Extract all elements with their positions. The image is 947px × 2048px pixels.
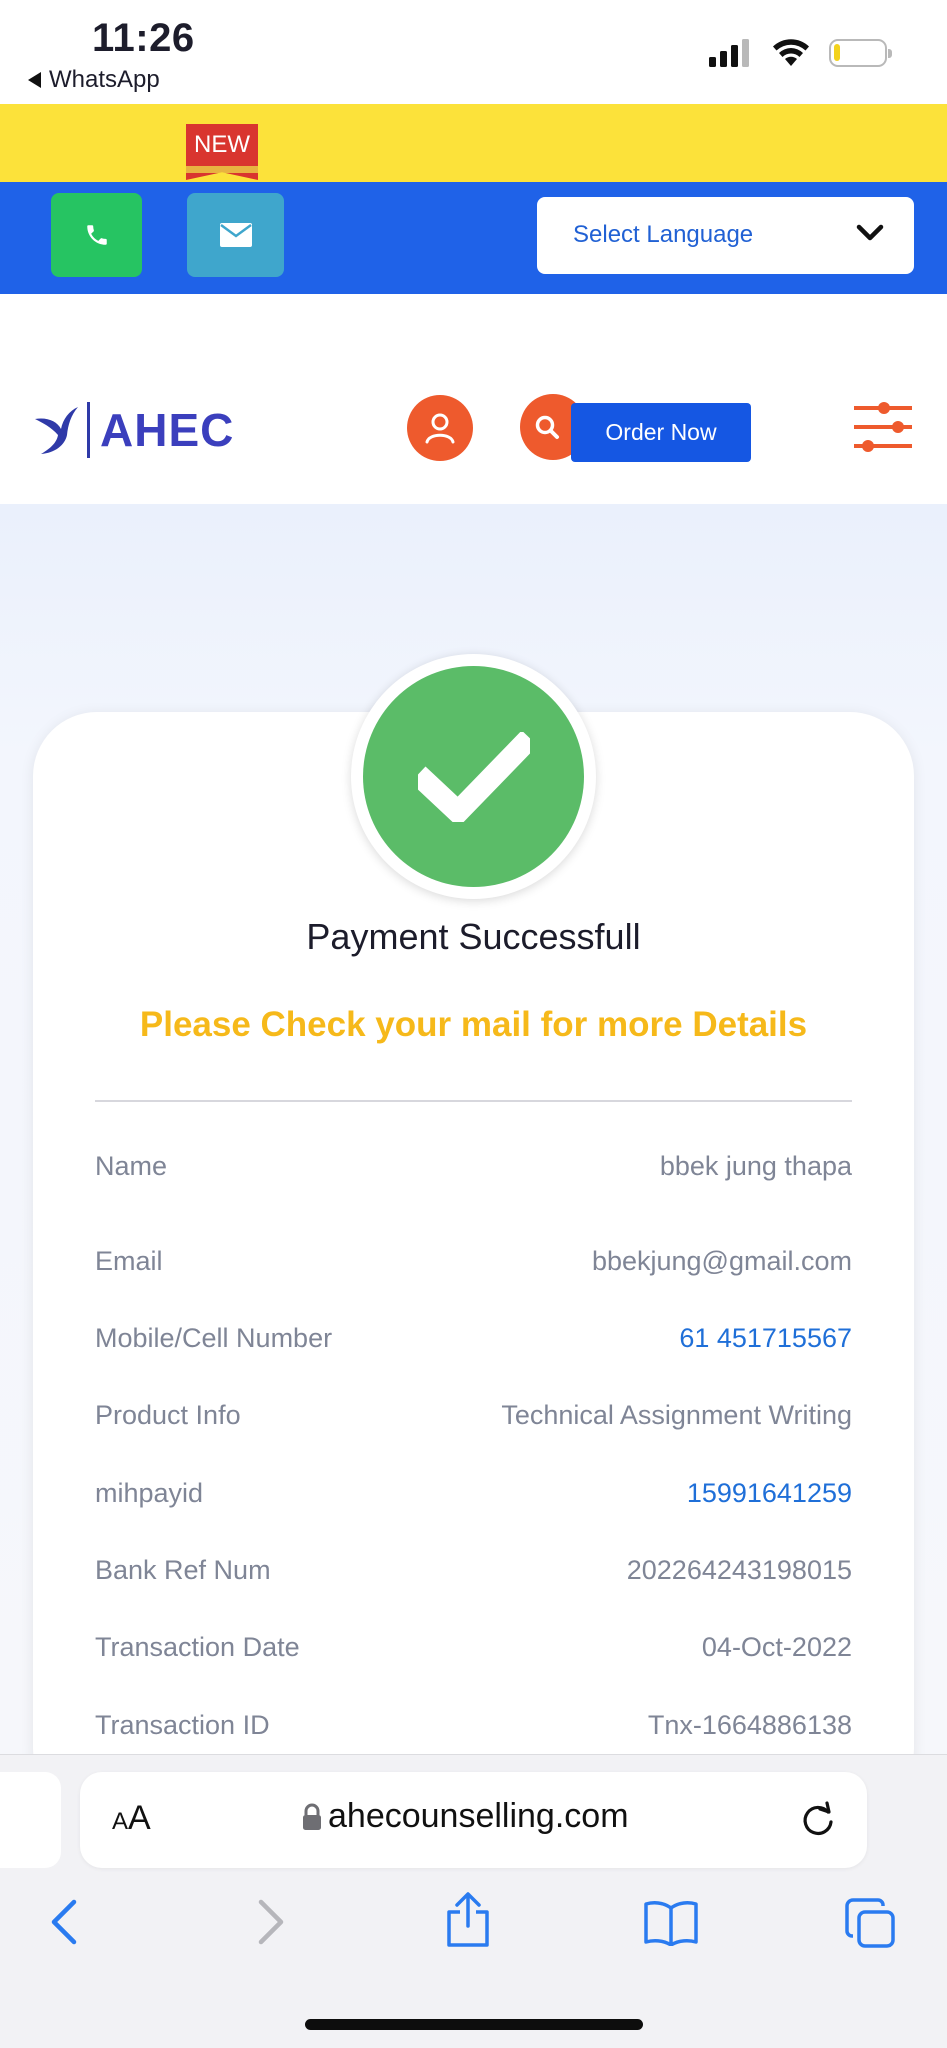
- wifi-icon: [773, 39, 809, 66]
- checkmark-icon: [417, 731, 530, 822]
- filter-menu-icon: [854, 402, 912, 452]
- detail-row-date: Transaction Date 04-Oct-2022: [95, 1632, 852, 1676]
- language-select-label: Select Language: [573, 221, 754, 248]
- back-triangle-icon: [28, 72, 41, 88]
- promo-band: [0, 104, 947, 182]
- previous-tab-preview[interactable]: [0, 1772, 61, 1868]
- status-bar: 11:26 WhatsApp: [0, 0, 947, 104]
- order-now-button[interactable]: Order Now: [571, 403, 751, 462]
- detail-label: mihpayid: [95, 1478, 204, 1508]
- detail-label: Transaction ID: [95, 1710, 270, 1740]
- detail-row-mihpayid: mihpayid 15991641259: [95, 1478, 852, 1522]
- mobile-number-link[interactable]: 61 451715567: [679, 1323, 852, 1354]
- status-time: 11:26: [92, 16, 195, 60]
- battery-icon: [829, 39, 892, 67]
- detail-label: Transaction Date: [95, 1632, 300, 1662]
- detail-row-product: Product Info Technical Assignment Writin…: [95, 1400, 852, 1444]
- tabs-icon[interactable]: [845, 1898, 897, 1950]
- envelope-icon: [219, 223, 252, 247]
- ahec-logo[interactable]: AHEC: [33, 402, 234, 458]
- detail-value: 202264243198015: [626, 1555, 852, 1585]
- payment-title: Payment Successfull: [306, 916, 641, 957]
- user-icon: [425, 413, 455, 444]
- url-display[interactable]: ahecounselling.com: [302, 1797, 629, 1836]
- back-to-app-link[interactable]: WhatsApp: [28, 66, 160, 94]
- success-badge: [351, 654, 596, 899]
- search-icon: [535, 415, 559, 439]
- back-icon[interactable]: [48, 1898, 82, 1946]
- detail-row-name: Name bbek jung thapa: [95, 1151, 852, 1195]
- detail-value: 04-Oct-2022: [701, 1632, 852, 1662]
- chevron-down-icon: [856, 224, 884, 241]
- detail-label: Bank Ref Num: [95, 1555, 271, 1585]
- detail-row-transaction-id: Transaction ID Tnx-1664886138: [95, 1710, 852, 1754]
- detail-label: Email: [95, 1246, 163, 1276]
- new-badge-label: NEW: [186, 124, 258, 166]
- detail-value: bbek jung thapa: [659, 1151, 852, 1181]
- language-select[interactable]: Select Language: [537, 197, 914, 274]
- home-indicator[interactable]: [305, 2019, 643, 2030]
- mihpayid-link[interactable]: 15991641259: [687, 1478, 852, 1509]
- url-text: ahecounselling.com: [328, 1797, 629, 1835]
- text-size-button[interactable]: AA: [112, 1799, 151, 1838]
- phone-icon: [86, 225, 107, 245]
- detail-value: bbekjung@gmail.com: [591, 1246, 852, 1276]
- detail-row-mobile: Mobile/Cell Number 61 451715567: [95, 1323, 852, 1367]
- menu-button[interactable]: [850, 398, 916, 456]
- signal-icon: [709, 39, 749, 67]
- bird-logo-icon: [35, 407, 78, 454]
- call-button[interactable]: [51, 193, 142, 277]
- detail-label: Name: [95, 1151, 168, 1181]
- site-header: [0, 294, 947, 504]
- back-app-label: WhatsApp: [49, 66, 160, 93]
- email-button[interactable]: [187, 193, 284, 277]
- detail-value: Technical Assignment Writing: [501, 1400, 852, 1430]
- detail-row-bank-ref: Bank Ref Num 202264243198015: [95, 1555, 852, 1599]
- detail-row-email: Email bbekjung@gmail.com: [95, 1246, 852, 1290]
- detail-label: Mobile/Cell Number: [95, 1323, 333, 1353]
- payment-subtitle: Please Check your mail for more Details: [139, 1005, 808, 1044]
- share-icon[interactable]: [445, 1892, 491, 1948]
- new-badge: NEW: [186, 124, 258, 182]
- status-icons: [709, 38, 892, 68]
- logo-text: AHEC: [100, 404, 235, 456]
- lock-icon: [303, 1803, 321, 1830]
- forward-icon[interactable]: [253, 1898, 287, 1946]
- details-divider: [95, 1100, 852, 1102]
- detail-label: Product Info: [95, 1400, 241, 1430]
- detail-value: Tnx-1664886138: [647, 1710, 852, 1740]
- reload-icon[interactable]: [798, 1800, 838, 1840]
- bookmarks-icon[interactable]: [643, 1900, 699, 1946]
- account-button[interactable]: [407, 395, 473, 461]
